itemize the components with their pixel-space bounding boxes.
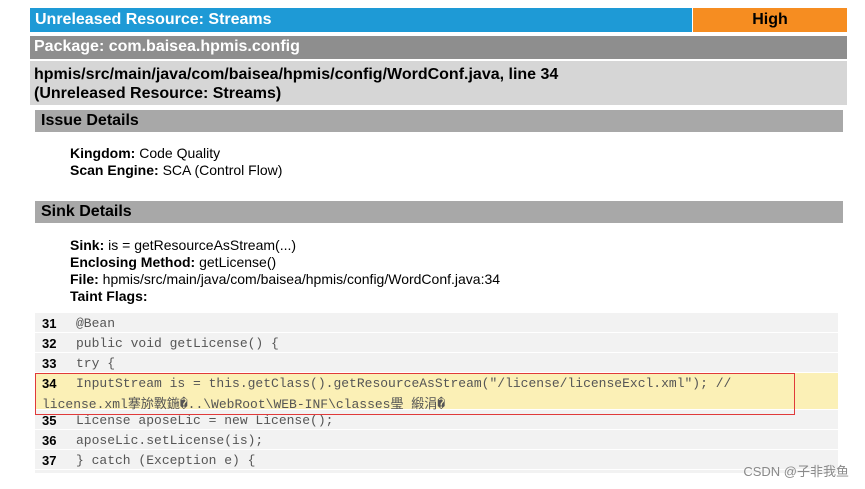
code-line: 35 License aposeLic = new License(); bbox=[35, 410, 838, 430]
file-label: File: bbox=[70, 271, 99, 287]
line-number: 35 bbox=[42, 413, 57, 428]
file-row: File: hpmis/src/main/java/com/baisea/hpm… bbox=[70, 271, 500, 288]
line-number: 34 bbox=[42, 376, 57, 391]
watermark: CSDN @子非我鱼 bbox=[743, 464, 849, 479]
package-bar: Package: com.baisea.hpmis.config bbox=[30, 36, 847, 59]
engine-row: Scan Engine: SCA (Control Flow) bbox=[70, 162, 282, 179]
taint-label: Taint Flags: bbox=[70, 288, 148, 304]
code-text: License aposeLic = new License(); bbox=[76, 413, 334, 428]
sink-details-header: Sink Details bbox=[35, 201, 843, 223]
location-path: hpmis/src/main/java/com/baisea/hpmis/con… bbox=[34, 66, 559, 83]
issue-details-header: Issue Details bbox=[35, 110, 843, 132]
location-bar: hpmis/src/main/java/com/baisea/hpmis/con… bbox=[30, 61, 847, 105]
engine-label: Scan Engine: bbox=[70, 162, 159, 178]
method-value: getLicense() bbox=[199, 254, 277, 270]
line-number: 31 bbox=[42, 316, 57, 331]
code-text: try { bbox=[76, 356, 116, 371]
taint-row: Taint Flags: bbox=[70, 288, 500, 305]
sink-label: Sink: bbox=[70, 237, 105, 253]
method-row: Enclosing Method: getLicense() bbox=[70, 254, 500, 271]
line-number: 32 bbox=[42, 336, 57, 351]
code-line: 36 aposeLic.setLicense(is); bbox=[35, 430, 838, 450]
kingdom-value: Code Quality bbox=[139, 145, 221, 161]
code-line: 37 } catch (Exception e) { bbox=[35, 450, 838, 470]
code-text: public void getLicense() { bbox=[76, 336, 279, 351]
method-label: Enclosing Method: bbox=[70, 254, 196, 270]
code-text: aposeLic.setLicense(is); bbox=[76, 433, 264, 448]
severity-badge: High bbox=[693, 8, 847, 32]
code-line: 33 try { bbox=[35, 353, 838, 373]
line-number: 36 bbox=[42, 433, 57, 448]
code-text: InputStream is = this.getClass().getReso… bbox=[76, 376, 732, 391]
issue-details: Kingdom: Code Quality Scan Engine: SCA (… bbox=[70, 145, 282, 179]
highlighted-code-line: 34 InputStream is = this.getClass().getR… bbox=[35, 373, 838, 412]
file-value: hpmis/src/main/java/com/baisea/hpmis/con… bbox=[102, 271, 501, 287]
sink-value: is = getResourceAsStream(...) bbox=[108, 237, 297, 253]
code-line: 31 @Bean bbox=[35, 313, 838, 333]
kingdom-row: Kingdom: Code Quality bbox=[70, 145, 282, 162]
kingdom-label: Kingdom: bbox=[70, 145, 136, 161]
line-number: 37 bbox=[42, 453, 57, 468]
code-snippet: 31 @Bean 32 public void getLicense() { 3… bbox=[35, 313, 838, 473]
location-category: (Unreleased Resource: Streams) bbox=[34, 85, 282, 102]
sink-row: Sink: is = getResourceAsStream(...) bbox=[70, 237, 500, 254]
line-number: 33 bbox=[42, 356, 57, 371]
issue-title: Unreleased Resource: Streams bbox=[30, 8, 692, 32]
code-text: @Bean bbox=[76, 316, 116, 331]
code-line: 32 public void getLicense() { bbox=[35, 333, 838, 353]
sink-details: Sink: is = getResourceAsStream(...) Encl… bbox=[70, 237, 500, 305]
code-text: } catch (Exception e) { bbox=[76, 453, 256, 468]
engine-value: SCA (Control Flow) bbox=[162, 162, 283, 178]
